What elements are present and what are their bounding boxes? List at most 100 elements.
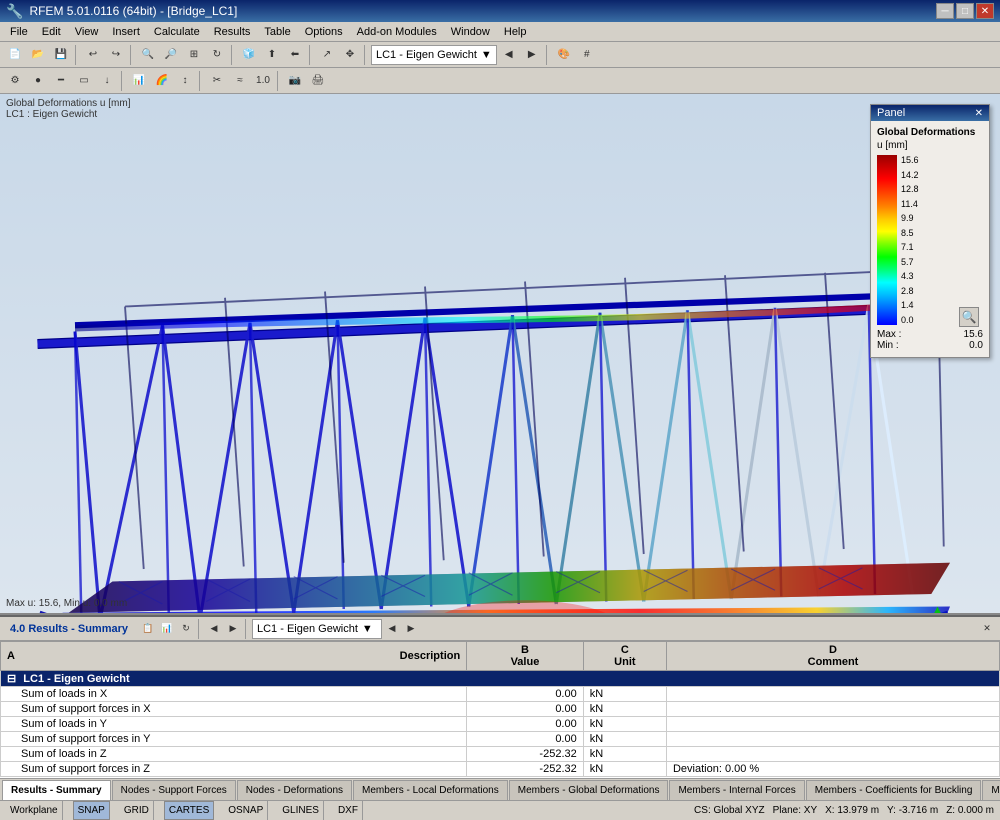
show-members-button[interactable]: ━	[50, 70, 72, 92]
tab-member-slendernesses[interactable]: Member Slendernesses	[982, 780, 1000, 800]
save-button[interactable]: 💾	[50, 44, 72, 66]
prev-lc-button[interactable]: ◀	[498, 44, 520, 66]
isolines-button[interactable]: ≈	[229, 70, 251, 92]
menu-addon[interactable]: Add-on Modules	[351, 24, 443, 40]
view-top-button[interactable]: ⬆	[261, 44, 283, 66]
view-3d-button[interactable]: 🧊	[238, 44, 260, 66]
tab-members-local-deformations[interactable]: Members - Local Deformations	[353, 780, 508, 800]
show-results-button[interactable]: 📊	[128, 70, 150, 92]
view-front-button[interactable]: ⬅	[284, 44, 306, 66]
zoom-out-button[interactable]: 🔎	[160, 44, 182, 66]
lc-dropdown[interactable]: LC1 - Eigen Gewicht ▼	[371, 45, 497, 65]
table-row[interactable]: Sum of support forces in X 0.00 kN	[1, 702, 1000, 717]
screenshot-button[interactable]: 📷	[284, 70, 306, 92]
res-sep	[198, 619, 202, 639]
redo-button[interactable]: ↪	[105, 44, 127, 66]
table-row[interactable]: Sum of loads in Z -252.32 kN	[1, 747, 1000, 762]
table-row[interactable]: Sum of support forces in Y 0.00 kN	[1, 732, 1000, 747]
values-button[interactable]: 1.0	[252, 70, 274, 92]
display-options-button[interactable]: ⚙	[4, 70, 26, 92]
menu-help[interactable]: Help	[498, 24, 533, 40]
statusbar-cartes[interactable]: CARTES	[164, 801, 214, 820]
section-cuts-button[interactable]: ✂	[206, 70, 228, 92]
tab-members-internal-forces[interactable]: Members - Internal Forces	[669, 780, 804, 800]
legend-titlebar: Panel ✕	[871, 105, 989, 121]
results-lc-prev[interactable]: ◀	[383, 620, 401, 638]
statusbar-snap[interactable]: SNAP	[73, 801, 110, 820]
col-c-label: C	[590, 644, 660, 656]
zoom-all-button[interactable]: ⊞	[183, 44, 205, 66]
lc-header-row[interactable]: ⊟ LC1 - Eigen Gewicht	[1, 671, 1000, 687]
tab-members-buckling[interactable]: Members - Coefficients for Buckling	[806, 780, 982, 800]
results-tb-btn-3[interactable]: ↻	[177, 620, 195, 638]
statusbar-dxf[interactable]: DXF	[334, 801, 363, 820]
results-tb-btn-4[interactable]: ◀	[205, 620, 223, 638]
tab-results-summary[interactable]: Results - Summary	[2, 780, 111, 800]
menu-window[interactable]: Window	[445, 24, 496, 40]
color-mode-button[interactable]: 🌈	[151, 70, 173, 92]
results-table-container[interactable]: A Description B Value C	[0, 641, 1000, 778]
row-1-comment	[666, 687, 999, 702]
row-4-value: 0.00	[467, 732, 584, 747]
col-a-label: A	[7, 650, 15, 662]
open-button[interactable]: 📂	[27, 44, 49, 66]
row-2-comment	[666, 702, 999, 717]
move-button[interactable]: ✥	[339, 44, 361, 66]
print-button[interactable]: 🖨	[307, 70, 329, 92]
tab-nodes-support-forces[interactable]: Nodes - Support Forces	[112, 780, 236, 800]
tab-nodes-deformations[interactable]: Nodes - Deformations	[237, 780, 352, 800]
col-header-description: A Description	[1, 642, 467, 671]
maximize-button[interactable]: □	[956, 3, 974, 19]
statusbar-x: X: 13.979 m	[825, 805, 879, 816]
results-lc-next[interactable]: ▶	[402, 620, 420, 638]
legend-unit: u [mm]	[877, 140, 983, 151]
results-close-side-button[interactable]: ✕	[978, 620, 996, 638]
menu-calculate[interactable]: Calculate	[148, 24, 206, 40]
row-4-unit: kN	[583, 732, 666, 747]
row-5-unit: kN	[583, 747, 666, 762]
menu-table[interactable]: Table	[258, 24, 296, 40]
results-tb-btn-2[interactable]: 📊	[158, 620, 176, 638]
color-label-4: 9.9	[901, 213, 919, 223]
row-5-value: -252.32	[467, 747, 584, 762]
toolbar-2: ⚙ ● ━ ▭ ↓ 📊 🌈 ↕ ✂ ≈ 1.0 📷 🖨	[0, 68, 1000, 94]
show-nodes-button[interactable]: ●	[27, 70, 49, 92]
minimize-button[interactable]: ─	[936, 3, 954, 19]
select-button[interactable]: ↗	[316, 44, 338, 66]
row-3-value: 0.00	[467, 717, 584, 732]
menu-options[interactable]: Options	[299, 24, 349, 40]
close-button[interactable]: ✕	[976, 3, 994, 19]
render-button[interactable]: 🎨	[553, 44, 575, 66]
menu-view[interactable]: View	[69, 24, 105, 40]
table-row[interactable]: Sum of support forces in Z -252.32 kN De…	[1, 762, 1000, 777]
viewport[interactable]: Global Deformations u [mm] LC1 : Eigen G…	[0, 94, 1000, 615]
statusbar-osnap[interactable]: OSNAP	[224, 801, 268, 820]
max-label: Max :	[877, 329, 901, 340]
new-button[interactable]: 📄	[4, 44, 26, 66]
panel-scroll-button[interactable]: 🔍	[959, 307, 979, 327]
zoom-in-button[interactable]: 🔍	[137, 44, 159, 66]
tab-members-global-deformations[interactable]: Members - Global Deformations	[509, 780, 669, 800]
grid-button[interactable]: #	[576, 44, 598, 66]
menu-file[interactable]: File	[4, 24, 34, 40]
undo-button[interactable]: ↩	[82, 44, 104, 66]
statusbar-glines[interactable]: GLINES	[278, 801, 324, 820]
rotate-button[interactable]: ↻	[206, 44, 228, 66]
table-row[interactable]: Sum of loads in Y 0.00 kN	[1, 717, 1000, 732]
legend-panel-title: Panel	[877, 107, 905, 119]
menu-results[interactable]: Results	[208, 24, 257, 40]
next-lc-button[interactable]: ▶	[521, 44, 543, 66]
menu-edit[interactable]: Edit	[36, 24, 67, 40]
color-labels: 15.6 14.2 12.8 11.4 9.9 8.5 7.1 5.7 4.3 …	[901, 155, 919, 325]
show-loads-button[interactable]: ↓	[96, 70, 118, 92]
table-row[interactable]: Sum of loads in X 0.00 kN	[1, 687, 1000, 702]
deformation-button[interactable]: ↕	[174, 70, 196, 92]
results-tb-btn-1[interactable]: 📋	[139, 620, 157, 638]
legend-close-button[interactable]: ✕	[975, 108, 983, 119]
show-surfaces-button[interactable]: ▭	[73, 70, 95, 92]
menu-insert[interactable]: Insert	[106, 24, 146, 40]
results-lc-dropdown[interactable]: LC1 - Eigen Gewicht ▼	[252, 619, 382, 639]
statusbar-grid[interactable]: GRID	[120, 801, 154, 820]
color-label-9: 2.8	[901, 286, 919, 296]
results-tb-btn-5[interactable]: ▶	[224, 620, 242, 638]
